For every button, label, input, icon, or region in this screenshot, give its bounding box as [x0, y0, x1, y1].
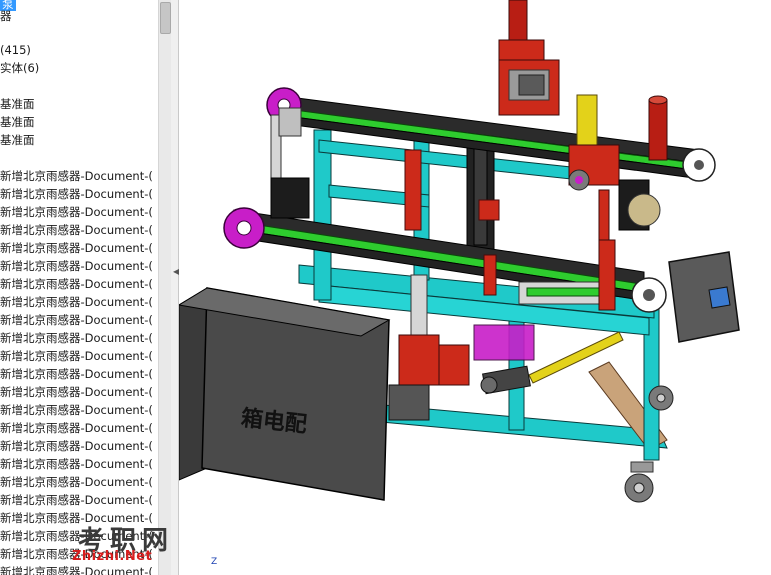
- lower-belt-top: [233, 209, 645, 286]
- tree-item-label: 新增北京雨感器-Document-(: [0, 475, 153, 489]
- red-valve-block: [398, 334, 440, 386]
- tree-item[interactable]: 新增北京雨感器-Document-(: [0, 348, 153, 365]
- tree-item[interactable]: 新增北京雨感器-Document-(: [0, 258, 153, 275]
- tree-item-label: 基准面: [0, 133, 35, 147]
- tree-item-label: 新增北京雨感器-Document-(: [0, 457, 153, 471]
- tree-item[interactable]: 新增北京雨感器-Document-(: [0, 456, 153, 473]
- gray-vertical-cylinder: [410, 274, 428, 336]
- left-bearing-block: [278, 107, 302, 137]
- tree-item-label: 新增北京雨感器-Document-(: [0, 277, 153, 291]
- tree-item-label: 新增北京雨感器-Document-(: [0, 241, 153, 255]
- tree-item[interactable]: 器: [0, 8, 12, 25]
- tree-item[interactable]: 新增北京雨感器-Document-(: [0, 186, 153, 203]
- tree-item[interactable]: 基准面: [0, 114, 35, 131]
- red-bracket: [478, 199, 500, 221]
- guide-column-inner: [473, 147, 488, 246]
- tree-item-label: 实体(6): [0, 61, 40, 75]
- tree-item-label: 新增北京雨感器-Document-(: [0, 421, 153, 435]
- tree-item[interactable]: 基准面: [0, 132, 35, 149]
- tree-item-label: (415): [0, 43, 31, 57]
- splitter-collapse-arrow-icon[interactable]: ◀: [173, 268, 179, 302]
- tree-item[interactable]: 新增北京雨感器-Document-(: [0, 312, 153, 329]
- tree-item[interactable]: 新增北京雨感器-Document-(: [0, 492, 153, 509]
- tree-item[interactable]: 实体(6): [0, 60, 39, 77]
- dark-gearbox: [388, 384, 430, 421]
- tree-item[interactable]: 新增北京雨感器-Document-(: [0, 384, 153, 401]
- tree-item-label: 器: [0, 9, 12, 23]
- tree-item[interactable]: 新增北京雨感器-Document-(: [0, 222, 153, 239]
- linear-module-slot: [526, 287, 603, 297]
- tree-item-label: 新增北京雨感器-Document-(: [0, 295, 153, 309]
- left-motor: [270, 177, 310, 219]
- caster-wheel: [648, 385, 674, 411]
- top-cylinder-base: [498, 39, 545, 61]
- frame-left-post: [313, 129, 332, 301]
- tree-item-label: 新增北京雨感器-Document-(: [0, 367, 153, 381]
- watermark-url: Zhizhi.Net: [72, 549, 153, 564]
- tree-item-label: 新增北京雨感器-Document-(: [0, 403, 153, 417]
- tree-scrollbar[interactable]: [158, 0, 172, 575]
- tree-item-label: 新增北京雨感器-Document-(: [0, 223, 153, 237]
- view-triad-z-label: Z: [211, 557, 218, 567]
- feature-tree-panel: 泵器 (415) 实体(6) 基准面 基准面 基准面 新增北京雨感器-Document-(新…: [0, 0, 158, 575]
- tree-item[interactable]: (415): [0, 42, 31, 59]
- tree-item-label: 新增北京雨感器-Document-(: [0, 349, 153, 363]
- linear-module-red: [598, 239, 616, 311]
- tree-item-label: 基准面: [0, 115, 35, 129]
- vertical-red-rail: [404, 149, 422, 231]
- tree-item-label: 新增北京雨感器-Document-(: [0, 493, 153, 507]
- tree-item-label: 新增北京雨感器-Document-(: [0, 565, 153, 575]
- magenta-plate: [473, 324, 535, 361]
- graphics-viewport[interactable]: 箱电配: [179, 0, 771, 575]
- tree-item-label: 新增北京雨感器-Document-(: [0, 385, 153, 399]
- tree-item-label: 新增北京雨感器-Document-(: [0, 187, 153, 201]
- tree-item[interactable]: 新增北京雨感器-Document-(: [0, 276, 153, 293]
- tree-item-label: 基准面: [0, 97, 35, 111]
- tree-item[interactable]: 新增北京雨感器-Document-(: [0, 474, 153, 491]
- tree-item[interactable]: 新增北京雨感器-Document-(: [0, 438, 153, 455]
- top-assembly-gray: [518, 74, 545, 96]
- tree-item[interactable]: 新增北京雨感器-Document-(: [0, 330, 153, 347]
- tree-scrollbar-thumb[interactable]: [160, 2, 171, 34]
- tree-item[interactable]: 新增北京雨感器-Document-(: [0, 420, 153, 437]
- tree-item[interactable]: 新增北京雨感器-Document-(: [0, 168, 153, 185]
- tree-item[interactable]: 新增北京雨感器-Document-(: [0, 294, 153, 311]
- cad-model: 箱电配: [179, 0, 740, 503]
- tree-item-label: 新增北京雨感器-Document-(: [0, 439, 153, 453]
- tree-item[interactable]: 新增北京雨感器-Document-(: [0, 564, 153, 575]
- tree-item-label: 新增北京雨感器-Document-(: [0, 331, 153, 345]
- top-red-cylinder: [508, 0, 528, 46]
- right-yellow-cylinder: [576, 94, 598, 151]
- right-round-guard: [627, 193, 661, 227]
- tree-item-label: 新增北京雨感器-Document-(: [0, 169, 153, 183]
- tree-item-label: 新增北京雨感器-Document-(: [0, 259, 153, 273]
- tree-item[interactable]: 新增北京雨感器-Document-(: [0, 204, 153, 221]
- tree-item[interactable]: 新增北京雨感器-Document-(: [0, 366, 153, 383]
- control-box-screen: [708, 286, 731, 309]
- right-red-cylinder: [648, 99, 668, 161]
- tree-item[interactable]: 新增北京雨感器-Document-(: [0, 402, 153, 419]
- tree-item-label: 新增北京雨感器-Document-(: [0, 205, 153, 219]
- tree-item[interactable]: 新增北京雨感器-Document-(: [0, 240, 153, 257]
- tree-item[interactable]: 基准面: [0, 96, 35, 113]
- tree-item-label: 新增北京雨感器-Document-(: [0, 313, 153, 327]
- rod-pivot: [480, 376, 498, 394]
- caster-wheel: [624, 461, 654, 503]
- red-slide-plate: [483, 254, 497, 296]
